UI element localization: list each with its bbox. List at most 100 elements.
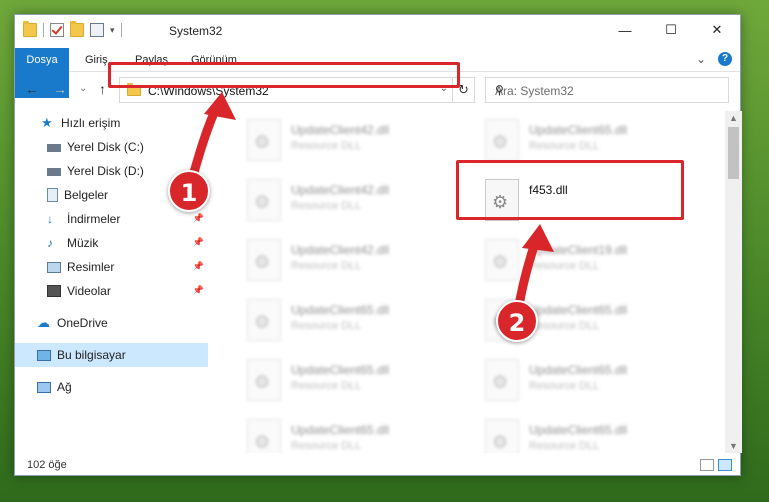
sidebar-item-quick-access[interactable]: ★ Hızlı erişim (15, 111, 208, 135)
folder-icon (23, 21, 37, 37)
music-icon: ♪ (47, 236, 53, 250)
file-name: UpdateClient42.dll (291, 183, 390, 197)
sidebar-item-pictures[interactable]: Resimler 📌 (15, 255, 208, 279)
properties-check-icon[interactable] (50, 23, 64, 37)
item-count: 102 öğe (27, 459, 67, 471)
step-marker-2: 2 (496, 300, 538, 342)
file-type: Resource DLL (529, 320, 600, 332)
up-button[interactable]: ↑ (99, 81, 106, 97)
dll-file-icon (485, 119, 519, 161)
dll-file-icon (247, 119, 281, 161)
file-name: UpdateClient42.dll (291, 123, 390, 137)
qat-dropdown-icon[interactable]: ▾ (110, 25, 115, 36)
large-icons-view-icon[interactable] (718, 459, 732, 471)
search-box[interactable]: Ara: System32 ⚲ (485, 77, 729, 103)
sidebar-item-local-disk-c[interactable]: Yerel Disk (C:) (15, 135, 208, 159)
file-name: UpdateClient65.dll (529, 303, 628, 317)
new-folder-icon[interactable] (70, 21, 84, 37)
file-item[interactable]: UpdateClient65.dll Resource DLL (477, 355, 687, 405)
file-item[interactable]: UpdateClient42.dll Resource DLL (239, 235, 449, 285)
cloud-icon: ☁ (37, 315, 50, 330)
pin-icon[interactable]: 📌 (193, 285, 204, 296)
sidebar-item-this-pc[interactable]: Bu bilgisayar (15, 343, 208, 367)
sidebar-item-network[interactable]: Ağ (15, 375, 208, 399)
sidebar-item-downloads[interactable]: ↓ İndirmeler 📌 (15, 207, 208, 231)
dll-file-icon (485, 419, 519, 453)
customize-toolbar-icon[interactable] (90, 23, 104, 37)
file-type: Resource DLL (291, 200, 362, 212)
file-name: UpdateClient65.dll (291, 363, 390, 377)
file-item[interactable]: UpdateClient42.dll Resource DLL (239, 175, 449, 225)
toolbar-divider (43, 23, 44, 37)
file-item[interactable]: UpdateClient65.dll Resource DLL (239, 295, 449, 345)
scrollbar-thumb[interactable] (728, 127, 739, 179)
help-icon[interactable]: ? (718, 52, 732, 66)
file-item[interactable]: UpdateClient65.dll Resource DLL (477, 415, 687, 453)
sidebar-item-label: İndirmeler (67, 212, 121, 226)
minimize-button[interactable]: — (602, 15, 648, 45)
dll-file-icon (247, 179, 281, 221)
ribbon-expand-icon[interactable]: ⌄ (696, 52, 706, 66)
file-name: UpdateClient65.dll (529, 363, 628, 377)
sidebar-item-label: OneDrive (57, 316, 108, 330)
maximize-button[interactable]: ☐ (648, 15, 694, 45)
status-bar: 102 öğe (15, 455, 740, 477)
dll-file-icon (247, 299, 281, 341)
file-highlight (456, 160, 684, 220)
file-type: Resource DLL (291, 320, 362, 332)
forward-button[interactable]: → (53, 81, 67, 97)
file-item[interactable]: UpdateClient65.dll Resource DLL (477, 115, 687, 165)
step-marker-1: 1 (168, 170, 210, 212)
file-type: Resource DLL (529, 140, 600, 152)
video-icon (47, 285, 61, 297)
pin-icon[interactable]: 📌 (193, 237, 204, 248)
download-icon: ↓ (47, 212, 53, 226)
pin-icon[interactable]: 📌 (193, 261, 204, 272)
file-type: Resource DLL (529, 380, 600, 392)
file-type: Resource DLL (529, 440, 600, 452)
dll-file-icon (247, 419, 281, 453)
sidebar-item-videos[interactable]: Videolar 📌 (15, 279, 208, 303)
scroll-down-icon[interactable]: ▼ (729, 441, 738, 451)
quick-access-toolbar: ▾ (23, 21, 122, 37)
file-item[interactable]: UpdateClient42.dll Resource DLL (239, 115, 449, 165)
file-item[interactable]: UpdateClient19.dll Resource DLL (477, 235, 687, 285)
sidebar-item-label: Bu bilgisayar (57, 348, 126, 362)
file-name: UpdateClient19.dll (529, 243, 628, 257)
file-name: UpdateClient65.dll (529, 423, 628, 437)
toolbar-divider (120, 23, 122, 37)
network-icon (37, 381, 51, 393)
drive-icon (47, 168, 61, 176)
drive-icon (47, 144, 61, 152)
details-view-icon[interactable] (700, 459, 714, 471)
sidebar-item-label: Belgeler (64, 188, 109, 202)
file-item[interactable]: UpdateClient65.dll Resource DLL (239, 355, 449, 405)
ribbon-right-controls: ⌄ ? (696, 52, 732, 66)
file-type: Resource DLL (291, 260, 362, 272)
star-icon: ★ (41, 115, 53, 130)
dll-file-icon (485, 239, 519, 281)
sidebar-item-label: Videolar (67, 284, 111, 298)
close-button[interactable]: ✕ (694, 15, 740, 45)
file-name: UpdateClient65.dll (291, 303, 390, 317)
sidebar-item-onedrive[interactable]: ☁ OneDrive (15, 311, 208, 335)
recent-locations-button[interactable]: ⌄ (79, 83, 87, 94)
document-icon (47, 188, 58, 202)
computer-icon (37, 349, 51, 361)
sidebar-item-label: Ağ (57, 380, 72, 394)
back-button[interactable]: ← (25, 81, 39, 97)
search-icon[interactable]: ⚲ (495, 83, 720, 97)
pictures-icon (47, 261, 61, 273)
sidebar-item-label: Hızlı erişim (61, 116, 121, 130)
scroll-up-icon[interactable]: ▲ (729, 113, 738, 123)
file-type: Resource DLL (291, 440, 362, 452)
file-type: Resource DLL (529, 260, 600, 272)
file-type: Resource DLL (291, 380, 362, 392)
sidebar-item-music[interactable]: ♪ Müzik 📌 (15, 231, 208, 255)
sidebar-item-label: Müzik (67, 236, 99, 250)
file-item[interactable]: UpdateClient65.dll Resource DLL (239, 415, 449, 453)
vertical-scrollbar[interactable]: ▲ ▼ (725, 111, 742, 453)
pin-icon[interactable]: 📌 (193, 213, 204, 224)
title-bar: ▾ System32 — ☐ ✕ (15, 15, 740, 48)
file-type: Resource DLL (291, 140, 362, 152)
